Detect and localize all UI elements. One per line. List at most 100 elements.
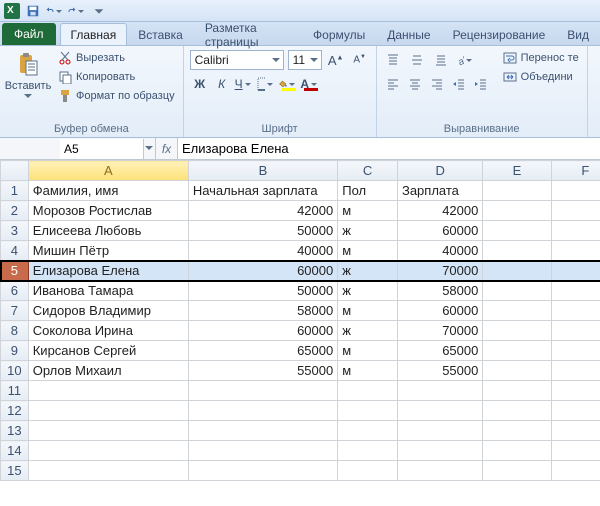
cell[interactable]: 55000 xyxy=(397,361,482,381)
cell[interactable] xyxy=(551,221,600,241)
paste-button[interactable]: Вставить xyxy=(6,50,50,121)
cell[interactable] xyxy=(483,181,551,201)
cell[interactable]: м xyxy=(338,361,398,381)
cell[interactable] xyxy=(483,261,551,281)
cell[interactable]: Фамилия, имя xyxy=(28,181,188,201)
border-button[interactable] xyxy=(256,74,276,94)
cell[interactable]: Мишин Пётр xyxy=(28,241,188,261)
underline-button[interactable]: Ч xyxy=(234,74,254,94)
cell[interactable] xyxy=(28,381,188,401)
cell[interactable]: м xyxy=(338,341,398,361)
cell[interactable]: 60000 xyxy=(188,261,337,281)
cell[interactable] xyxy=(188,461,337,481)
cell[interactable] xyxy=(397,441,482,461)
formula-input[interactable] xyxy=(178,138,600,159)
cell[interactable] xyxy=(188,441,337,461)
row-header[interactable]: 14 xyxy=(1,441,29,461)
cell[interactable] xyxy=(551,261,600,281)
cell[interactable]: 65000 xyxy=(188,341,337,361)
table-row[interactable]: 6Иванова Тамара50000ж58000 xyxy=(1,281,600,301)
cell[interactable]: 70000 xyxy=(397,321,482,341)
cell[interactable]: ж xyxy=(338,221,398,241)
select-all-corner[interactable] xyxy=(1,161,29,181)
cell[interactable] xyxy=(338,461,398,481)
cell[interactable]: 42000 xyxy=(188,201,337,221)
cell[interactable]: Пол xyxy=(338,181,398,201)
tab-view[interactable]: Вид xyxy=(556,23,600,45)
name-box-input[interactable] xyxy=(60,139,143,159)
grid[interactable]: A B C D E F 1Фамилия, имяНачальная зарпл… xyxy=(0,160,600,481)
table-row[interactable]: 12 xyxy=(1,401,600,421)
cell[interactable] xyxy=(28,401,188,421)
cell[interactable]: ж xyxy=(338,261,398,281)
cell[interactable] xyxy=(338,401,398,421)
tab-review[interactable]: Рецензирование xyxy=(442,23,557,45)
cell[interactable]: 65000 xyxy=(397,341,482,361)
cell[interactable] xyxy=(483,441,551,461)
cell[interactable] xyxy=(551,421,600,441)
table-row[interactable]: 9Кирсанов Сергей65000м65000 xyxy=(1,341,600,361)
align-left-button[interactable] xyxy=(383,74,403,94)
row-header[interactable]: 15 xyxy=(1,461,29,481)
cell[interactable]: Иванова Тамара xyxy=(28,281,188,301)
cell[interactable] xyxy=(483,241,551,261)
table-row[interactable]: 13 xyxy=(1,421,600,441)
cell[interactable] xyxy=(483,461,551,481)
cell[interactable]: 70000 xyxy=(397,261,482,281)
row-header[interactable]: 13 xyxy=(1,421,29,441)
cell[interactable] xyxy=(551,181,600,201)
col-header-e[interactable]: E xyxy=(483,161,551,181)
cell[interactable]: 58000 xyxy=(397,281,482,301)
fill-color-button[interactable] xyxy=(278,74,298,94)
cell[interactable]: м xyxy=(338,301,398,321)
cell[interactable]: 60000 xyxy=(188,321,337,341)
align-middle-button[interactable] xyxy=(407,50,427,70)
cell[interactable] xyxy=(397,421,482,441)
merge-button[interactable]: Объедини xyxy=(501,69,581,85)
name-box-dropdown[interactable] xyxy=(143,139,155,159)
cell[interactable] xyxy=(188,401,337,421)
cell[interactable]: Елисеева Любовь xyxy=(28,221,188,241)
cell[interactable] xyxy=(483,221,551,241)
align-right-button[interactable] xyxy=(427,74,447,94)
undo-button[interactable] xyxy=(46,2,64,20)
cell[interactable] xyxy=(28,441,188,461)
cell[interactable] xyxy=(551,441,600,461)
row-header[interactable]: 2 xyxy=(1,201,29,221)
cell[interactable] xyxy=(483,201,551,221)
align-bottom-button[interactable] xyxy=(431,50,451,70)
tab-formulas[interactable]: Формулы xyxy=(302,23,376,45)
cell[interactable] xyxy=(28,461,188,481)
copy-button[interactable]: Копировать xyxy=(56,69,177,85)
cell[interactable]: 60000 xyxy=(397,221,482,241)
cell[interactable]: 40000 xyxy=(397,241,482,261)
cell[interactable]: 50000 xyxy=(188,281,337,301)
cell[interactable] xyxy=(483,401,551,421)
cell[interactable] xyxy=(188,421,337,441)
increase-font-button[interactable]: A▲ xyxy=(326,50,346,70)
row-header[interactable]: 8 xyxy=(1,321,29,341)
cell[interactable] xyxy=(551,381,600,401)
table-row[interactable]: 5Елизарова Елена60000ж70000 xyxy=(1,261,600,281)
col-header-c[interactable]: C xyxy=(338,161,398,181)
cell[interactable] xyxy=(551,401,600,421)
col-header-a[interactable]: A xyxy=(28,161,188,181)
cell[interactable]: 60000 xyxy=(397,301,482,321)
cell[interactable] xyxy=(188,381,337,401)
insert-function-button[interactable]: fx xyxy=(156,138,178,159)
cell[interactable]: 58000 xyxy=(188,301,337,321)
cell[interactable]: Соколова Ирина xyxy=(28,321,188,341)
cell[interactable]: Сидоров Владимир xyxy=(28,301,188,321)
qat-customize-button[interactable] xyxy=(90,2,108,20)
table-row[interactable]: 14 xyxy=(1,441,600,461)
cell[interactable] xyxy=(397,401,482,421)
table-row[interactable]: 15 xyxy=(1,461,600,481)
cell[interactable] xyxy=(338,381,398,401)
row-header[interactable]: 5 xyxy=(1,261,29,281)
cell[interactable] xyxy=(551,241,600,261)
cell[interactable] xyxy=(338,441,398,461)
cell[interactable] xyxy=(28,421,188,441)
redo-button[interactable] xyxy=(68,2,86,20)
cell[interactable]: Орлов Михаил xyxy=(28,361,188,381)
wrap-text-button[interactable]: Перенос те xyxy=(501,50,581,66)
